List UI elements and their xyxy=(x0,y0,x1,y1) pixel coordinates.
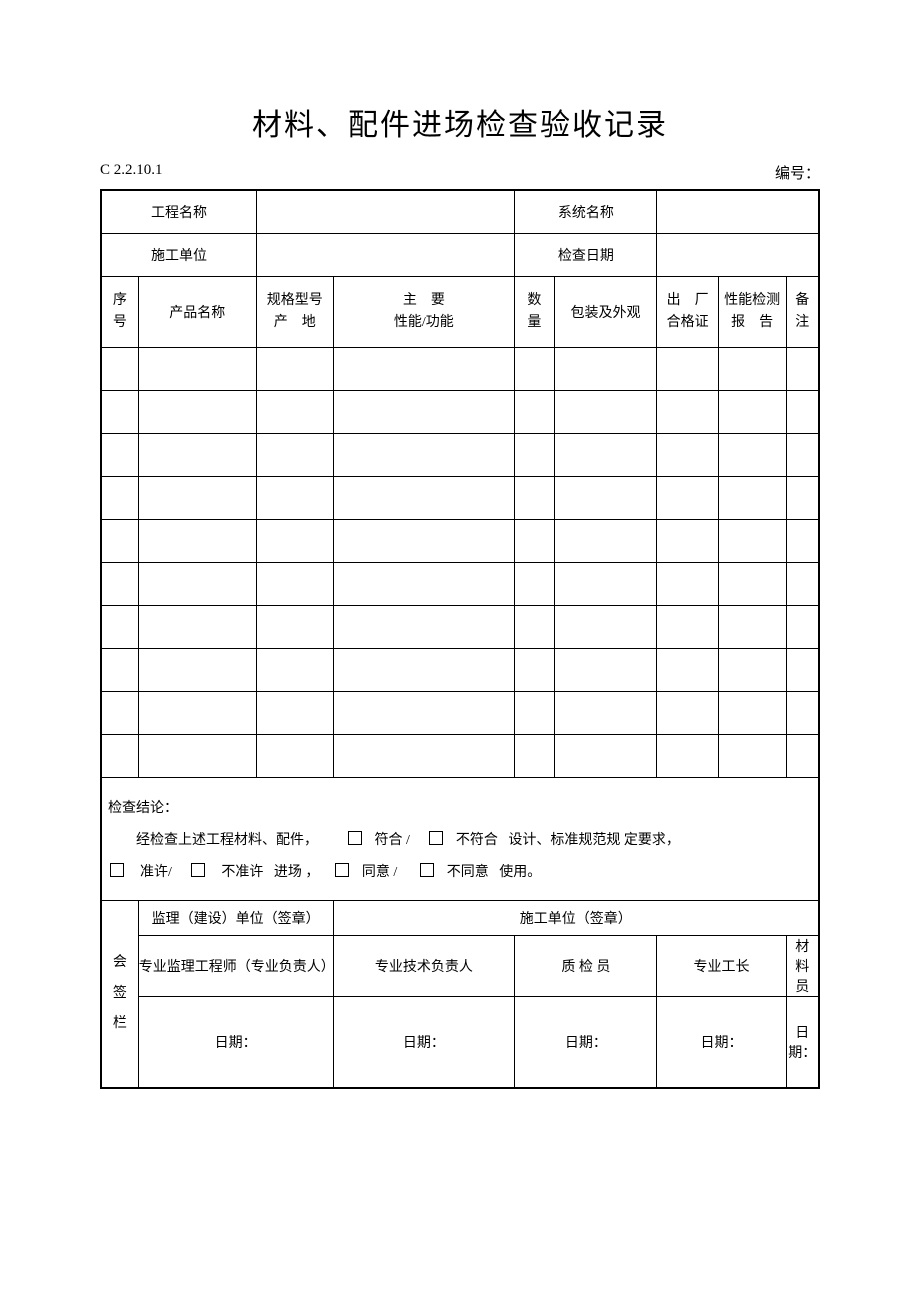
table-row xyxy=(101,477,819,520)
value-project xyxy=(256,190,514,234)
table-row xyxy=(101,563,819,606)
form-code: C 2.2.10.1 xyxy=(100,162,163,183)
table-row xyxy=(101,348,819,391)
opt-agree: 同意 xyxy=(362,865,390,880)
table-row xyxy=(101,606,819,649)
role-tech: 专业技术负责人 xyxy=(333,936,515,997)
date-label: 日期： xyxy=(701,1036,743,1051)
checkbox-permit[interactable] xyxy=(110,863,124,877)
role-material: 材 料 员 xyxy=(786,936,819,997)
col-spec: 规格型号产 地 xyxy=(256,277,333,348)
checkbox-notpermit[interactable] xyxy=(191,863,205,877)
col-rept: 性能检测报 告 xyxy=(718,277,786,348)
conclusion-label: 检查结论： xyxy=(108,793,812,825)
col-cert: 出 厂合格证 xyxy=(657,277,718,348)
date-label: 日期： xyxy=(403,1036,445,1051)
checkbox-agree[interactable] xyxy=(335,863,349,877)
sign-header-supervisor: 监理（建设）单位（签章） xyxy=(138,901,333,936)
col-qty: 数量 xyxy=(515,277,554,348)
table-row xyxy=(101,735,819,778)
value-date xyxy=(657,234,819,277)
opt-notconform: 不符合 xyxy=(456,833,498,848)
opt-notpermit: 不准许 xyxy=(221,865,263,880)
table-row xyxy=(101,649,819,692)
checkbox-notconform[interactable] xyxy=(429,831,443,845)
col-func: 主 要性能/功能 xyxy=(333,277,515,348)
role-qc: 质 检 员 xyxy=(515,936,657,997)
main-form-table: 工程名称 系统名称 施工单位 检查日期 序号 产品名称 规格型号产 地 主 要性… xyxy=(100,189,820,1089)
sign-side-label: 会签栏 xyxy=(101,901,138,1089)
sign-cell-foreman: 日期： xyxy=(657,997,786,1089)
sign-cell-qc: 日期： xyxy=(515,997,657,1089)
conclusion-text-1: 经检查上述工程材料、配件， xyxy=(136,833,318,848)
word-use: 使用。 xyxy=(499,865,541,880)
opt-permit: 准许 xyxy=(140,865,168,880)
word-enter: 进场 ， xyxy=(274,865,320,880)
label-system: 系统名称 xyxy=(556,206,616,221)
table-row xyxy=(101,434,819,477)
sign-cell-material: 日期： xyxy=(786,997,819,1089)
col-pack: 包装及外观 xyxy=(554,277,657,348)
sign-cell-sup: 日期： xyxy=(138,997,333,1089)
date-label: 日期： xyxy=(788,1026,816,1061)
role-foreman: 专业工长 xyxy=(657,936,786,997)
label-date: 检查日期 xyxy=(556,249,616,264)
page-title: 材料、配件进场检查验收记录 xyxy=(100,100,820,144)
sign-cell-tech: 日期： xyxy=(333,997,515,1089)
value-system xyxy=(657,190,819,234)
table-row xyxy=(101,391,819,434)
role-supervisor: 专业监理工程师（专业负责人） xyxy=(138,936,333,997)
label-contractor: 施工单位 xyxy=(149,249,209,264)
opt-disagree: 不同意 xyxy=(447,865,489,880)
col-note: 备注 xyxy=(786,277,819,348)
conclusion-text-1b: 设计、标准规范规 定要求， xyxy=(508,833,680,848)
checkbox-conform[interactable] xyxy=(348,831,362,845)
sign-header-contractor: 施工单位（签章） xyxy=(333,901,819,936)
table-row xyxy=(101,520,819,563)
opt-conform: 符合 xyxy=(375,833,403,848)
date-label: 日期： xyxy=(215,1036,257,1051)
date-label: 日期： xyxy=(565,1036,607,1051)
label-project: 工程名称 xyxy=(149,206,209,221)
col-name: 产品名称 xyxy=(138,277,256,348)
conclusion-cell: 检查结论： 经检查上述工程材料、配件， 符合 / 不符合 设计、标准规范规 定要… xyxy=(101,778,819,901)
form-number-label: 编号： xyxy=(775,162,820,183)
value-contractor xyxy=(256,234,514,277)
table-row xyxy=(101,692,819,735)
col-seq: 序号 xyxy=(101,277,138,348)
checkbox-disagree[interactable] xyxy=(420,863,434,877)
